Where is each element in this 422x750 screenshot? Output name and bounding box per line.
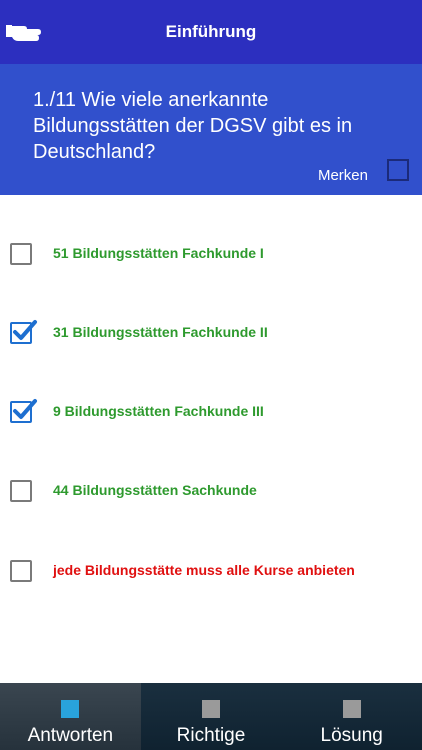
tab-antworten[interactable]: Antworten <box>0 683 141 750</box>
answer-checkbox-2[interactable] <box>10 320 37 344</box>
merken-label: Merken <box>317 167 368 184</box>
answer-option-2[interactable]: 31 Bildungsstätten Fachkunde II <box>0 305 422 365</box>
checkmark-icon <box>13 399 37 419</box>
merken-checkbox[interactable] <box>387 159 409 181</box>
answer-option-4[interactable]: 44 Bildungsstätten Sachkunde <box>0 463 422 523</box>
square-icon <box>202 700 220 718</box>
top-bar: Einführung <box>0 0 422 64</box>
answer-label-4: 44 Bildungsstätten Sachkunde <box>53 482 257 498</box>
answer-label-1: 51 Bildungsstätten Fachkunde I <box>53 245 264 261</box>
answer-checkbox-1[interactable] <box>10 243 32 265</box>
checkmark-icon <box>13 320 37 340</box>
answer-label-5: jede Bildungsstätte muss alle Kurse anbi… <box>53 562 355 578</box>
answer-checkbox-4[interactable] <box>10 480 32 502</box>
answer-checkbox-3[interactable] <box>10 399 37 423</box>
answer-label-2: 31 Bildungsstätten Fachkunde II <box>53 324 268 340</box>
tab-label: Richtige <box>176 725 246 746</box>
answer-label-3: 9 Bildungsstätten Fachkunde III <box>53 403 264 419</box>
square-icon <box>342 700 361 718</box>
page-title: Einführung <box>165 22 257 41</box>
answer-option-1[interactable]: 51 Bildungsstätten Fachkunde I <box>0 226 422 286</box>
tab-label: Antworten <box>27 725 114 746</box>
tab-loesung[interactable]: Lösung <box>281 683 422 750</box>
answer-option-3[interactable]: 9 Bildungsstätten Fachkunde III <box>0 384 422 444</box>
tab-richtige[interactable]: Richtige <box>141 683 282 750</box>
square-icon <box>61 700 80 718</box>
question-panel: 1./11 Wie viele anerkannte Bildungsstätt… <box>0 64 422 195</box>
tab-label: Lösung <box>320 725 383 746</box>
answer-checkbox-5[interactable] <box>10 560 32 582</box>
bottom-tab-bar: Antworten Richtige Lösung <box>0 683 422 750</box>
answer-option-5[interactable]: jede Bildungsstätte muss alle Kurse anbi… <box>0 543 422 603</box>
question-text: 1./11 Wie viele anerkannte Bildungsstätt… <box>33 89 353 163</box>
